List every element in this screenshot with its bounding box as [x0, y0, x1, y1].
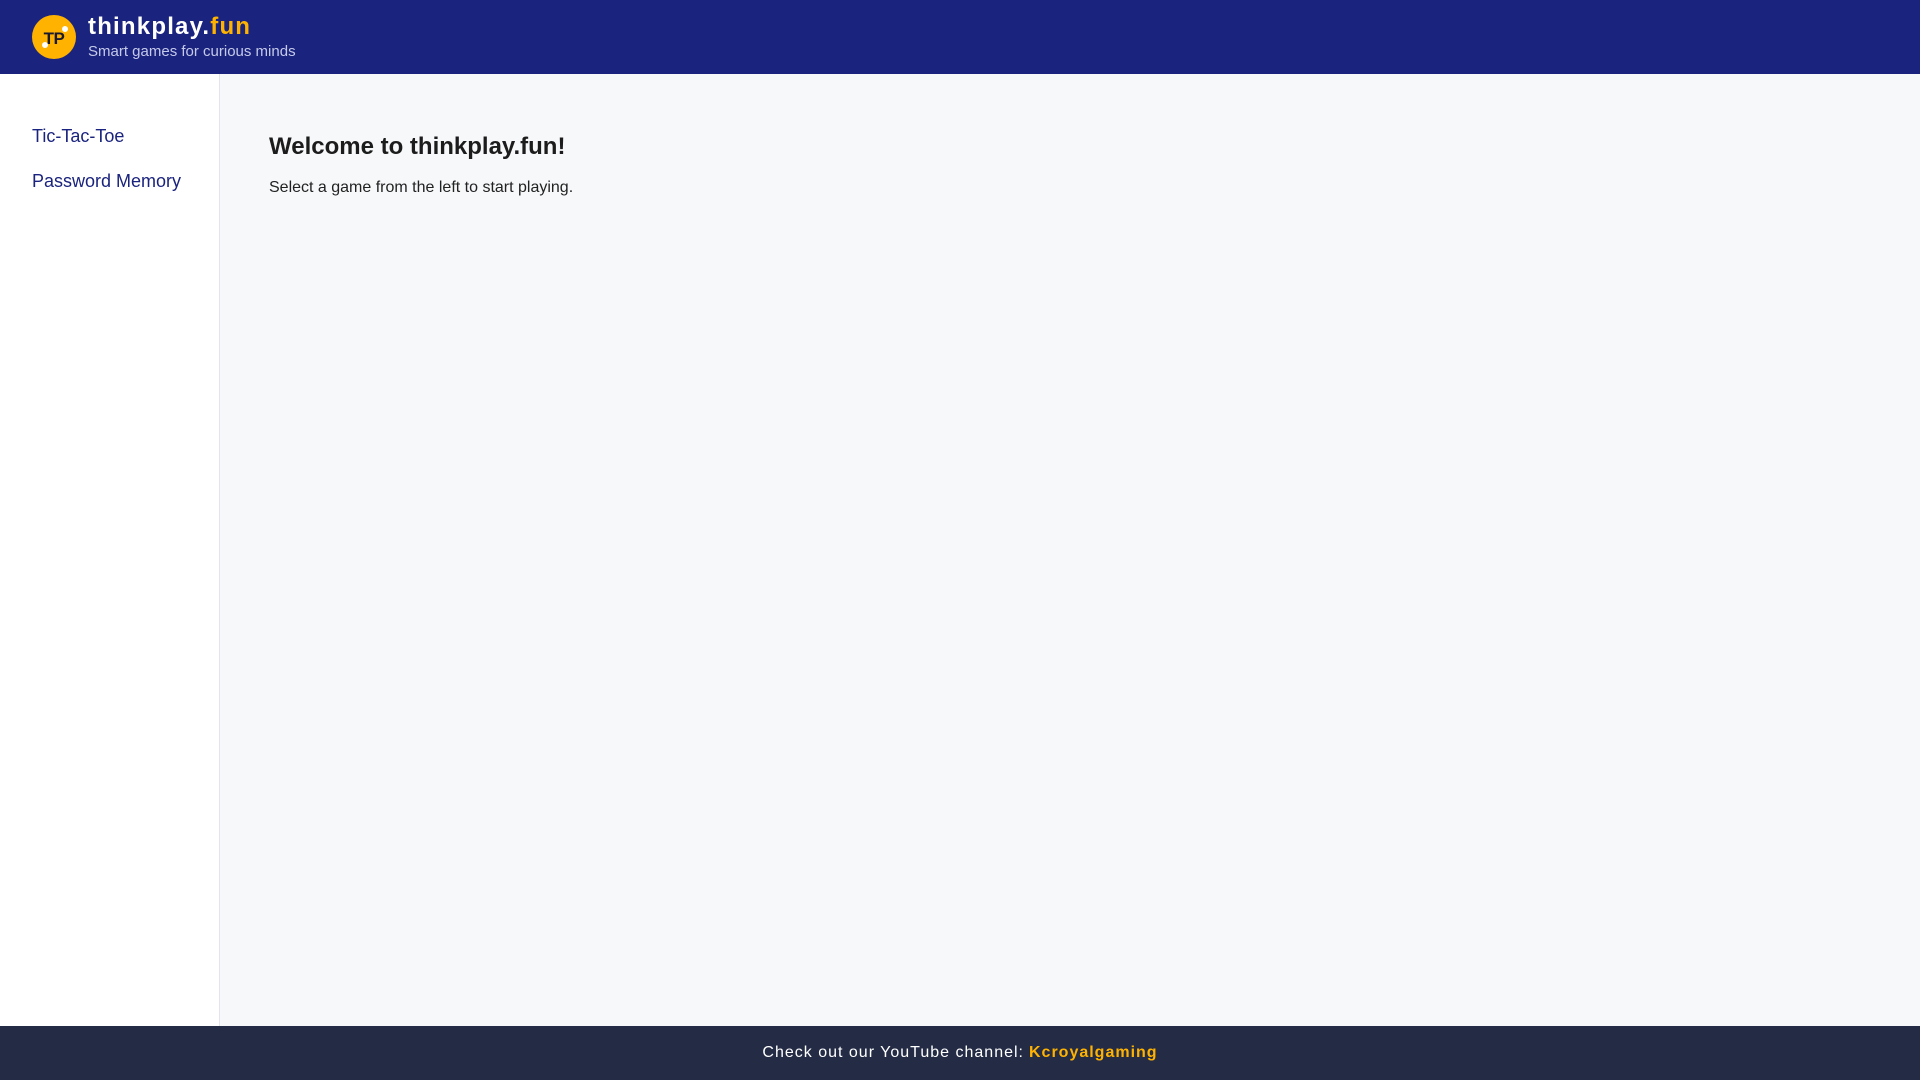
site-header: TP thinkplay.fun Smart games for curious…: [0, 0, 1920, 74]
page-title: Welcome to thinkplay.fun!: [269, 133, 566, 160]
brand-tagline: Smart games for curious minds: [88, 43, 296, 60]
brand: thinkplay.fun Smart games for curious mi…: [88, 13, 296, 61]
welcome-text: Select a game from the left to start pla…: [269, 179, 574, 196]
site-footer: Check out our YouTube channel: Kcroyalga…: [0, 1026, 1920, 1080]
sidebar-item-password-memory[interactable]: Password Memory: [0, 159, 219, 204]
sidebar: Tic-Tac-Toe Password Memory: [0, 74, 220, 1026]
brand-name-accent: fun: [210, 13, 252, 40]
logo-dot-decoration: [62, 26, 68, 32]
youtube-channel-link[interactable]: Kcroyalgaming: [1029, 1044, 1158, 1062]
sidebar-item-tic-tac-toe[interactable]: Tic-Tac-Toe: [0, 114, 219, 159]
footer-text: Check out our YouTube channel:: [762, 1044, 1024, 1061]
logo-dot-decoration: [42, 42, 48, 48]
main-content: Welcome to thinkplay.fun! Select a game …: [220, 74, 1920, 1026]
logo[interactable]: TP: [32, 15, 76, 59]
content-row: Tic-Tac-Toe Password Memory Welcome to t…: [0, 74, 1920, 1026]
brand-name[interactable]: thinkplay.fun: [88, 13, 296, 41]
brand-name-main: thinkplay.: [88, 13, 211, 40]
page: TP thinkplay.fun Smart games for curious…: [0, 0, 1920, 1080]
